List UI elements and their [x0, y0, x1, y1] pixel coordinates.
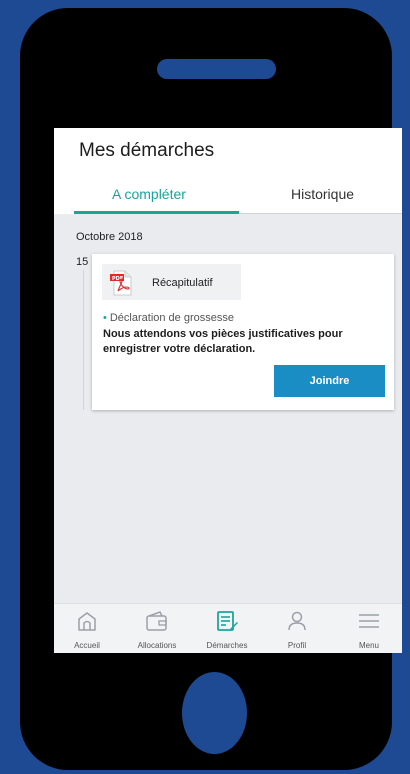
- nav-item-accueil[interactable]: Accueil: [54, 604, 120, 653]
- month-label: Octobre 2018: [76, 231, 143, 243]
- tab-divider: [239, 213, 402, 214]
- header: Mes démarches A compléter Historique: [54, 128, 402, 214]
- nav-label-profil: Profil: [287, 641, 307, 650]
- joindre-button[interactable]: Joindre: [274, 365, 385, 397]
- nav-item-demarches[interactable]: Démarches: [194, 604, 260, 653]
- page-title: Mes démarches: [79, 140, 215, 161]
- nav-item-menu[interactable]: Menu: [336, 604, 402, 653]
- day-label: 15: [76, 256, 89, 268]
- nav-item-profil[interactable]: Profil: [264, 604, 330, 653]
- file-name: Récapitulatif: [152, 277, 213, 289]
- hamburger-menu-icon: [359, 614, 379, 628]
- user-icon: [288, 611, 306, 631]
- timeline-line: [83, 270, 84, 410]
- tab-a-completer[interactable]: A compléter: [112, 186, 186, 202]
- nav-label-allocations: Allocations: [137, 641, 177, 650]
- demarche-subject: • Déclaration de grossesse: [103, 312, 234, 324]
- nav-label-menu: Menu: [358, 641, 379, 650]
- phone-home-button[interactable]: [182, 672, 247, 754]
- pdf-icon: PDF: [110, 270, 134, 301]
- tab-historique[interactable]: Historique: [291, 186, 354, 202]
- demarche-message: Nous attendons vos pièces justificatives…: [103, 328, 343, 355]
- app-screen: Mes démarches A compléter Historique Oct…: [54, 128, 402, 653]
- nav-label-demarches: Démarches: [206, 641, 248, 650]
- phone-speaker: [157, 59, 276, 79]
- edit-document-icon: [217, 611, 238, 631]
- active-tab-indicator: [74, 211, 239, 214]
- subject-text: Déclaration de grossesse: [109, 312, 234, 324]
- nav-item-allocations[interactable]: Allocations: [124, 604, 190, 653]
- demarche-card: PDF Récapitulatif • Déclaration de grosse…: [92, 254, 394, 410]
- bottom-nav: Accueil Allocations Démarches Profil Men…: [54, 603, 402, 653]
- bullet-dot: •: [103, 312, 107, 324]
- phone-frame: Mes démarches A compléter Historique Oct…: [20, 8, 402, 770]
- home-icon: [78, 612, 96, 631]
- wallet-icon: [146, 611, 167, 631]
- nav-label-accueil: Accueil: [74, 641, 100, 650]
- file-attachment[interactable]: PDF Récapitulatif: [102, 264, 241, 300]
